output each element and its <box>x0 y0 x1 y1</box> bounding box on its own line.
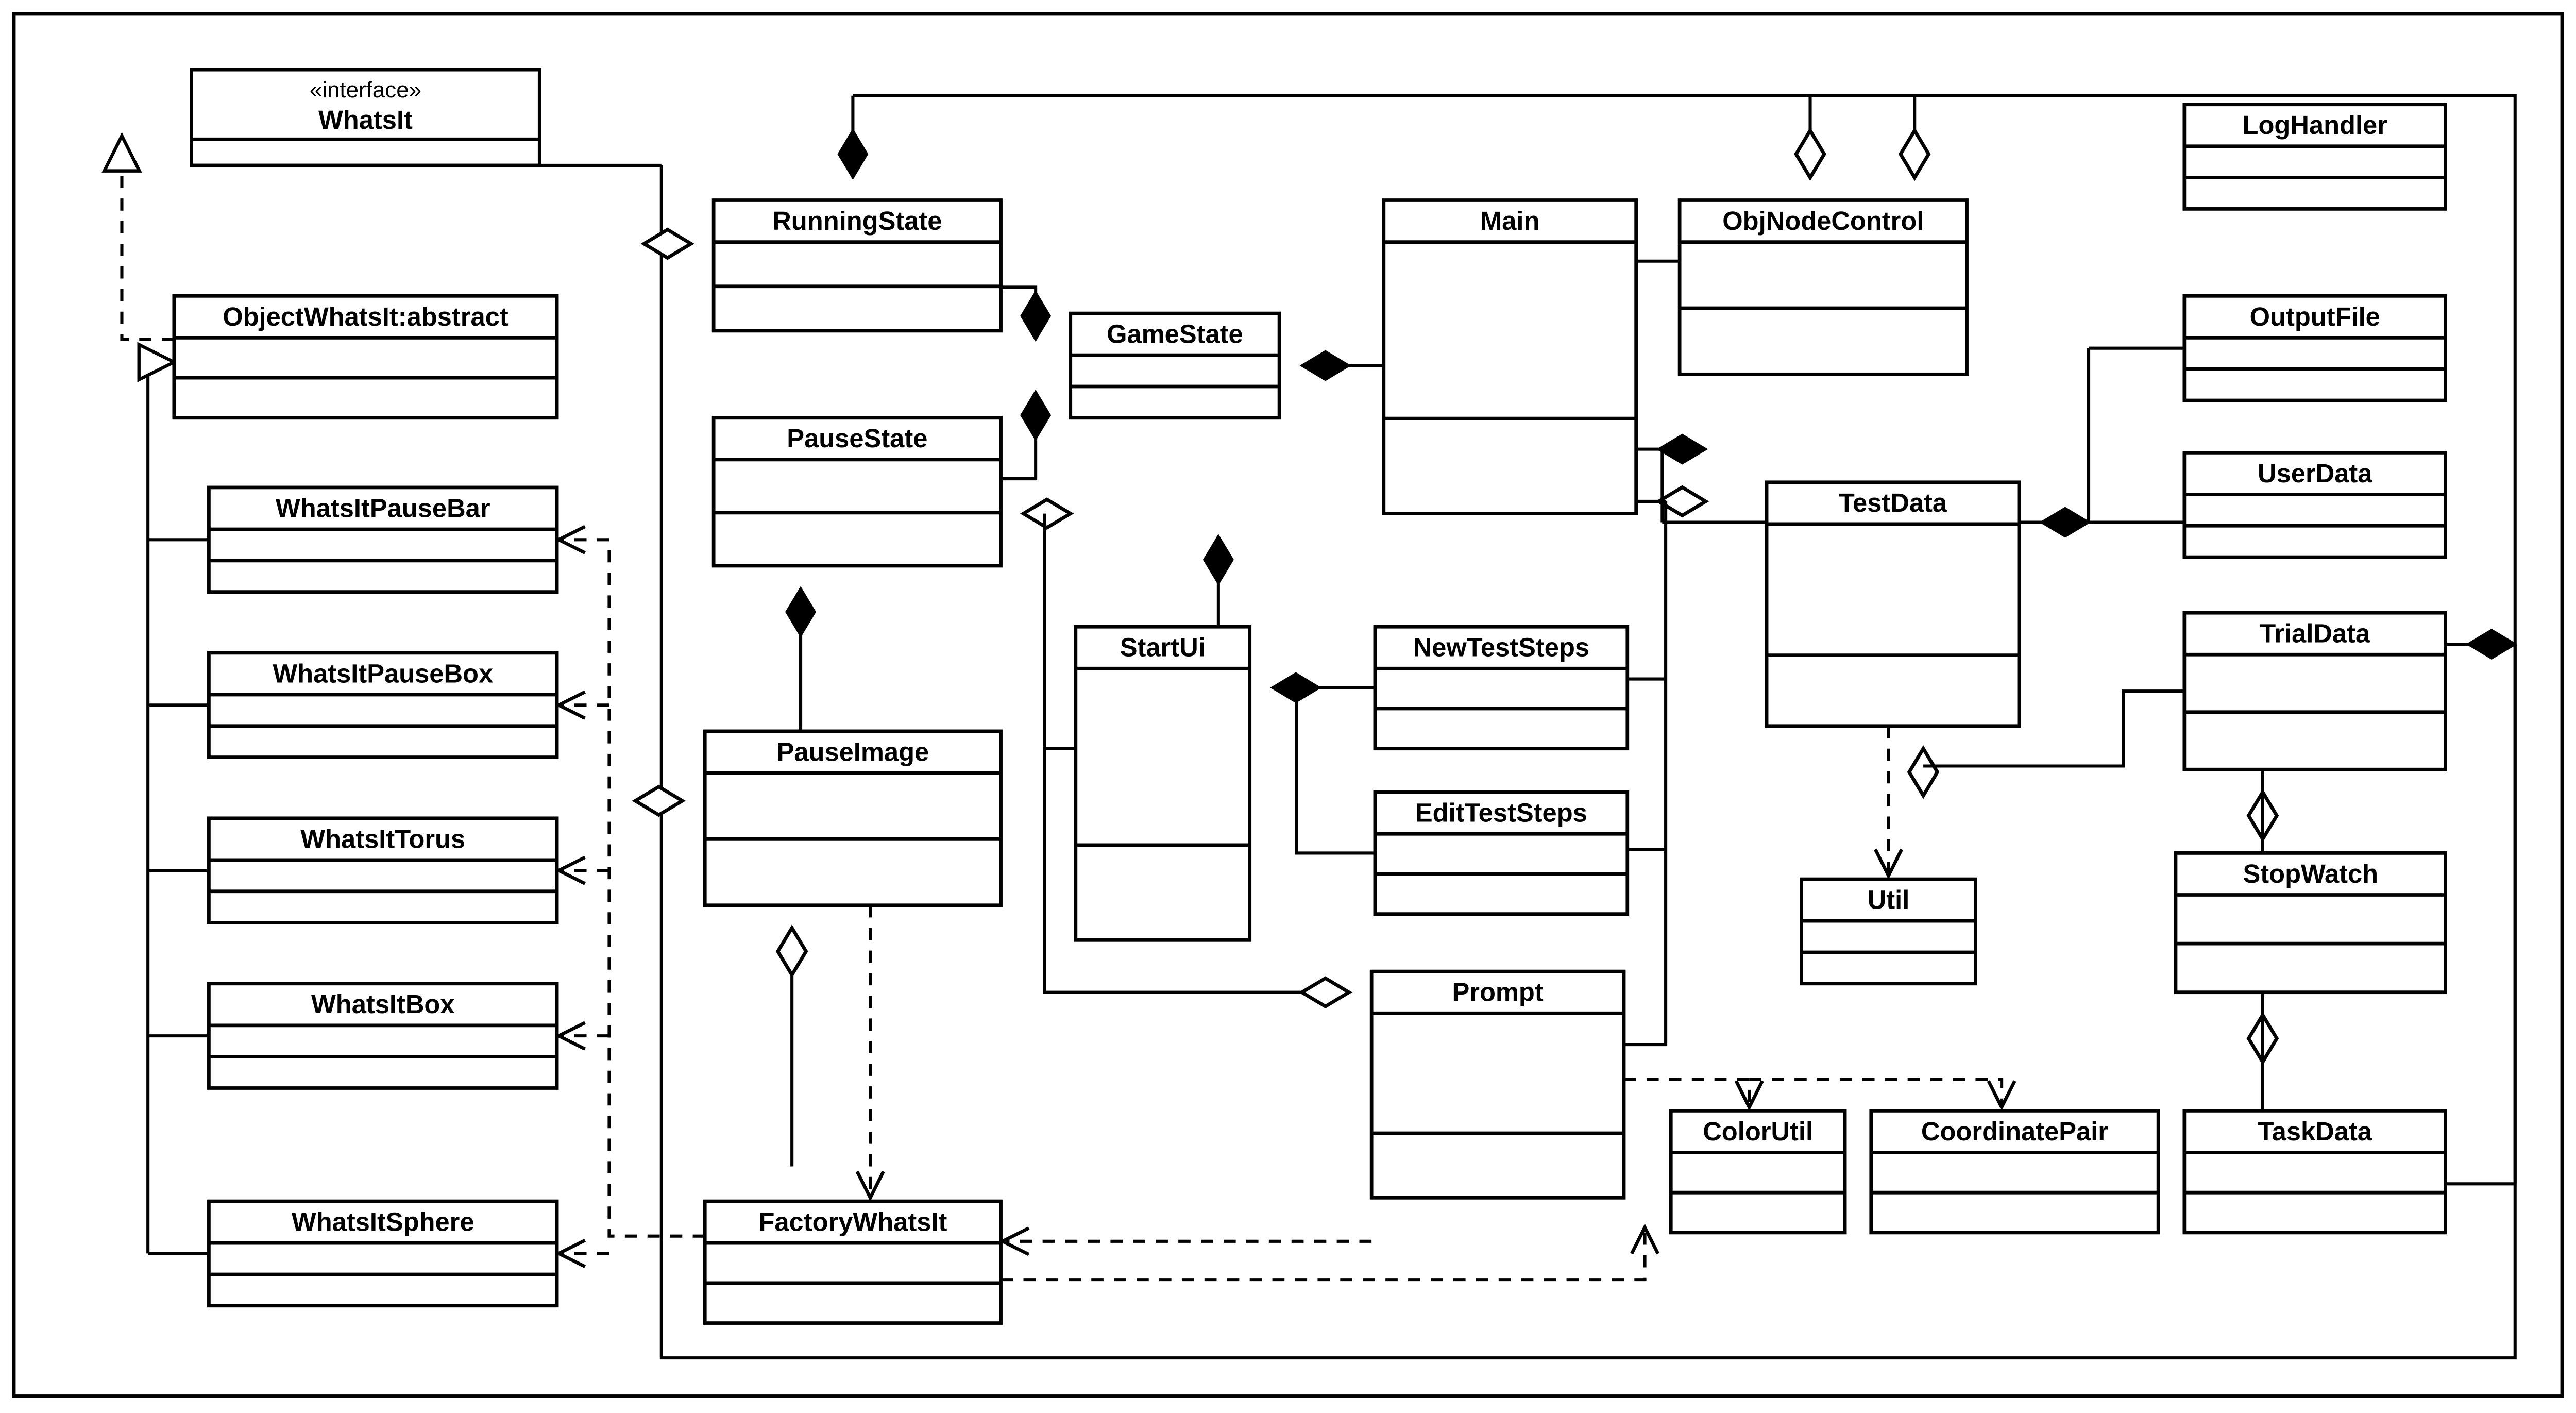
class-name: WhatsItBox <box>311 989 455 1019</box>
class-EditTestSteps: EditTestSteps <box>1375 792 1628 914</box>
class-name: FactoryWhatsIt <box>758 1207 947 1237</box>
class-TestData: TestData <box>1767 482 2019 726</box>
class-name: LogHandler <box>2243 110 2387 140</box>
class-name: ObjNodeControl <box>1722 206 1924 236</box>
class-WhatsItPauseBar: WhatsItPauseBar <box>209 487 557 592</box>
class-name: TrialData <box>2260 619 2370 648</box>
class-StopWatch: StopWatch <box>2176 853 2446 992</box>
class-OutputFile: OutputFile <box>2184 296 2446 400</box>
class-name: EditTestSteps <box>1415 798 1587 828</box>
class-WhatsItBox: WhatsItBox <box>209 984 557 1088</box>
class-name: OutputFile <box>2250 302 2380 331</box>
class-name: WhatsItPauseBox <box>273 659 493 688</box>
class-name: WhatsItPauseBar <box>276 493 490 523</box>
class-name: TestData <box>1839 488 1947 517</box>
class-name: WhatsIt <box>318 105 413 134</box>
class-TaskData: TaskData <box>2184 1111 2446 1232</box>
class-TrialData: TrialData <box>2184 613 2446 769</box>
class-Prompt: Prompt <box>1371 971 1624 1198</box>
class-ObjNodeControl: ObjNodeControl <box>1680 200 1967 375</box>
class-WhatsItSphere: WhatsItSphere <box>209 1201 557 1306</box>
class-name: TaskData <box>2258 1117 2372 1146</box>
class-WhatsItTorus: WhatsItTorus <box>209 818 557 923</box>
class-Main: Main <box>1384 200 1636 514</box>
class-Util: Util <box>1802 879 1976 984</box>
class-CoordinatePair: CoordinatePair <box>1871 1111 2158 1232</box>
class-name: WhatsItTorus <box>300 824 465 853</box>
class-name: ObjectWhatsIt:abstract <box>223 302 509 331</box>
class-UserData: UserData <box>2184 452 2446 557</box>
class-name: Prompt <box>1452 978 1543 1007</box>
class-RunningState: RunningState <box>714 200 1001 331</box>
class-PauseState: PauseState <box>714 418 1001 566</box>
stereotype: «interface» <box>310 77 421 103</box>
class-NewTestSteps: NewTestSteps <box>1375 627 1628 748</box>
class-LogHandler: LogHandler <box>2184 105 2446 209</box>
uml-class-diagram: «interface»WhatsIt ObjectWhatsIt:abstract… <box>0 0 2576 1410</box>
class-name: UserData <box>2258 459 2372 488</box>
class-WhatsItPauseBox: WhatsItPauseBox <box>209 653 557 758</box>
class-ColorUtil: ColorUtil <box>1671 1111 1845 1232</box>
class-name: ColorUtil <box>1703 1117 1813 1146</box>
class-StartUi: StartUi <box>1076 627 1250 940</box>
class-name: NewTestSteps <box>1413 633 1590 662</box>
class-name: WhatsItSphere <box>292 1207 474 1237</box>
class-name: RunningState <box>772 206 942 236</box>
class-name: GameState <box>1107 319 1243 349</box>
class-name: PauseImage <box>777 737 929 766</box>
class-name: Main <box>1480 206 1539 236</box>
class-GameState: GameState <box>1071 313 1279 418</box>
class-FactoryWhatsIt: FactoryWhatsIt <box>705 1201 1001 1323</box>
class-WhatsIt: «interface»WhatsIt <box>192 70 540 165</box>
class-name: Util <box>1868 885 1910 915</box>
class-PauseImage: PauseImage <box>705 731 1001 905</box>
class-name: PauseState <box>787 424 927 453</box>
class-name: CoordinatePair <box>1921 1117 2108 1146</box>
class-ObjectWhatsIt: ObjectWhatsIt:abstract <box>174 296 557 417</box>
class-name: StopWatch <box>2243 859 2378 888</box>
class-name: StartUi <box>1120 633 1206 662</box>
